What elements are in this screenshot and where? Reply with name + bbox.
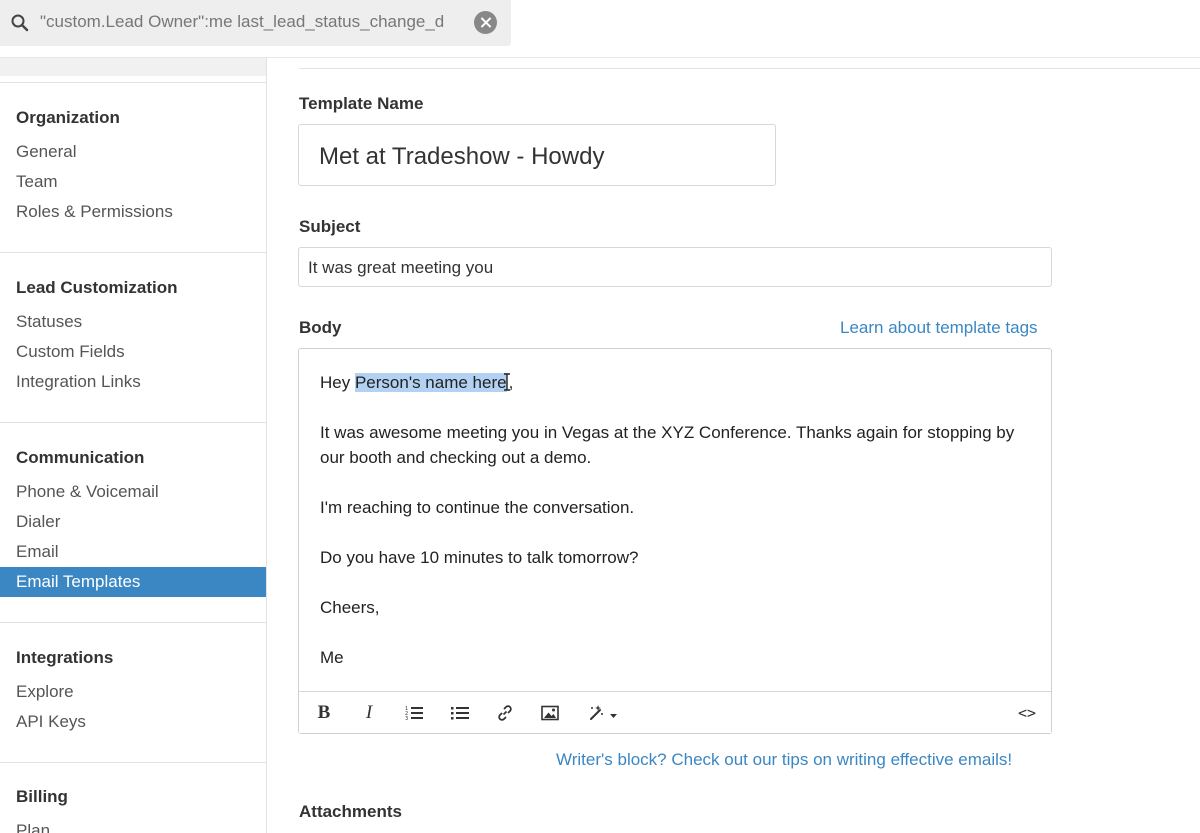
sidebar-section-integrations: Integrations Explore API Keys bbox=[0, 622, 266, 762]
body-paragraph: Do you have 10 minutes to talk tomorrow? bbox=[320, 548, 639, 567]
search-input[interactable]: "custom.Lead Owner":me last_lead_status_… bbox=[40, 12, 466, 32]
bold-button[interactable]: B bbox=[310, 700, 338, 726]
template-name-label: Template Name bbox=[299, 94, 424, 113]
body-paragraph: Cheers, bbox=[320, 598, 380, 617]
sidebar-item-integration-links[interactable]: Integration Links bbox=[0, 367, 266, 397]
magic-wand-icon bbox=[590, 705, 617, 720]
body-editor-content[interactable]: Hey Person's name here, It was awesome m… bbox=[320, 370, 1020, 670]
sidebar-section-title: Organization bbox=[16, 108, 120, 127]
divider bbox=[299, 68, 1200, 69]
subject-value: It was great meeting you bbox=[308, 258, 494, 277]
ordered-list-icon: 123 bbox=[405, 706, 423, 721]
attachments-label: Attachments bbox=[299, 802, 402, 821]
insert-image-button[interactable] bbox=[536, 700, 564, 726]
sidebar-section-title: Billing bbox=[16, 787, 68, 806]
image-icon bbox=[541, 705, 559, 721]
sidebar-item-custom-fields[interactable]: Custom Fields bbox=[0, 337, 266, 367]
sidebar-section-communication: Communication Phone & Voicemail Dialer E… bbox=[0, 422, 266, 622]
sidebar-item-email[interactable]: Email bbox=[0, 537, 266, 567]
sidebar-section-title: Communication bbox=[16, 448, 145, 467]
body-paragraph: I'm reaching to continue the conversatio… bbox=[320, 498, 635, 517]
sidebar-section-billing: Billing Plan bbox=[0, 762, 266, 833]
body-signature: Me bbox=[320, 648, 344, 667]
template-name-input[interactable]: Met at Tradeshow - Howdy bbox=[298, 124, 776, 186]
sidebar-section-title: Integrations bbox=[16, 648, 114, 667]
settings-sidebar: Organization General Team Roles & Permis… bbox=[0, 58, 267, 833]
insert-link-button[interactable] bbox=[491, 700, 519, 726]
sidebar-item-explore[interactable]: Explore bbox=[0, 677, 266, 707]
sidebar-item-team[interactable]: Team bbox=[0, 167, 266, 197]
template-editor-form: Template Name Met at Tradeshow - Howdy S… bbox=[267, 58, 1200, 833]
template-tags-link[interactable]: Learn about template tags bbox=[840, 318, 1038, 338]
body-editor[interactable]: Hey Person's name here, It was awesome m… bbox=[298, 348, 1052, 734]
greeting-prefix: Hey bbox=[320, 373, 355, 392]
text-cursor-icon bbox=[503, 373, 510, 391]
subject-label: Subject bbox=[299, 217, 361, 236]
ordered-list-button[interactable]: 123 bbox=[400, 700, 428, 726]
sidebar-item-phone-voicemail[interactable]: Phone & Voicemail bbox=[0, 477, 266, 507]
sidebar-item-dialer[interactable]: Dialer bbox=[0, 507, 266, 537]
sidebar-section-title: Lead Customization bbox=[16, 278, 178, 297]
svg-text:3: 3 bbox=[405, 716, 408, 721]
selected-placeholder-text[interactable]: Person's name here bbox=[354, 373, 507, 392]
sidebar-scroll-top bbox=[0, 58, 266, 76]
editor-toolbar: B I 123 <> bbox=[299, 691, 1051, 733]
writing-tips-link[interactable]: Writer's block? Check out our tips on wr… bbox=[556, 750, 1012, 770]
template-tags-dropdown[interactable] bbox=[583, 700, 623, 726]
unordered-list-icon bbox=[451, 707, 469, 720]
unordered-list-button[interactable] bbox=[446, 700, 474, 726]
link-icon bbox=[498, 705, 512, 721]
subject-input[interactable]: It was great meeting you bbox=[298, 247, 1052, 287]
search-icon bbox=[10, 13, 30, 33]
sidebar-item-roles-permissions[interactable]: Roles & Permissions bbox=[0, 197, 266, 227]
sidebar-section-lead-customization: Lead Customization Statuses Custom Field… bbox=[0, 252, 266, 422]
top-bar: "custom.Lead Owner":me last_lead_status_… bbox=[0, 0, 1200, 58]
code-view-button[interactable]: <> bbox=[1012, 700, 1042, 726]
sidebar-item-api-keys[interactable]: API Keys bbox=[0, 707, 266, 737]
sidebar-section-organization: Organization General Team Roles & Permis… bbox=[0, 82, 266, 252]
italic-button[interactable]: I bbox=[355, 700, 383, 726]
sidebar-item-statuses[interactable]: Statuses bbox=[0, 307, 266, 337]
sidebar-item-email-templates[interactable]: Email Templates bbox=[0, 567, 266, 597]
clear-search-icon[interactable] bbox=[474, 11, 497, 34]
template-name-value: Met at Tradeshow - Howdy bbox=[319, 143, 605, 170]
body-paragraph: It was awesome meeting you in Vegas at t… bbox=[320, 423, 1015, 467]
sidebar-item-general[interactable]: General bbox=[0, 137, 266, 167]
search-box[interactable]: "custom.Lead Owner":me last_lead_status_… bbox=[0, 0, 511, 46]
body-label: Body bbox=[299, 318, 342, 337]
sidebar-item-plan[interactable]: Plan bbox=[0, 816, 266, 833]
